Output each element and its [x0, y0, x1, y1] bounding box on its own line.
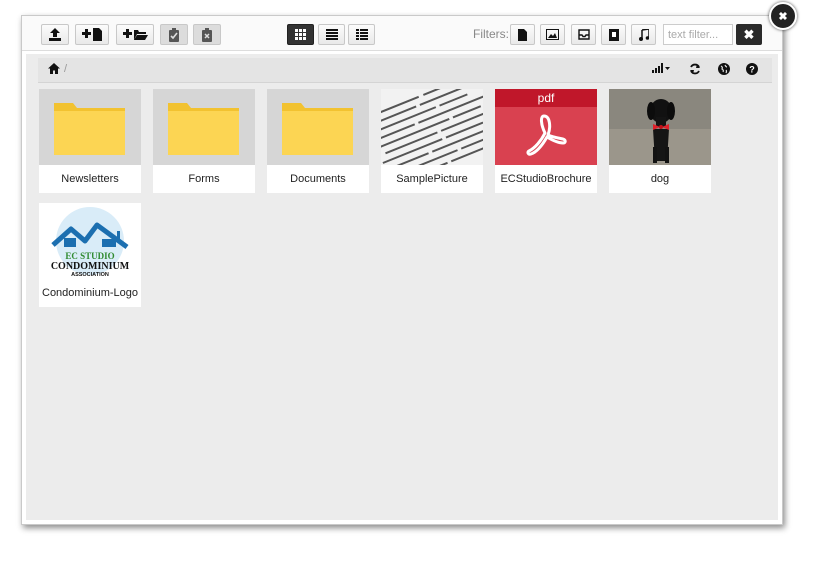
file-manager-dialog: Filters: text filter... ✖ / ? Newsletter… [21, 15, 783, 525]
file-item-dog[interactable]: dog [609, 89, 711, 193]
close-icon: ✖ [743, 26, 755, 42]
file-item-documents[interactable]: Documents [267, 89, 369, 193]
new-folder-icon [123, 29, 148, 40]
image-thumbnail [381, 89, 483, 165]
svg-text:EC STUDIO: EC STUDIO [65, 251, 114, 261]
file-name: ECStudioBrochure [500, 173, 592, 185]
filter-music-button[interactable] [631, 24, 656, 45]
svg-text:CONDOMINIUM: CONDOMINIUM [51, 261, 130, 272]
text-filter-input[interactable] [663, 24, 733, 45]
image-icon [546, 29, 559, 40]
image-thumbnail: EC STUDIO CONDOMINIUM ASSOCIATION [39, 203, 141, 279]
content-area: / ? Newsletters Forms Documents SamplePi… [26, 54, 778, 520]
image-thumbnail [609, 89, 711, 165]
sort-icon [652, 63, 670, 73]
filter-archive-button[interactable] [571, 24, 596, 45]
close-dialog-button[interactable]: ✖ [769, 2, 797, 30]
folder-thumbnail [153, 89, 255, 165]
upload-icon [49, 28, 61, 41]
dog-photo [609, 89, 711, 165]
file-item-condominium-logo[interactable]: EC STUDIO CONDOMINIUM ASSOCIATION Condom… [39, 203, 141, 307]
video-icon [608, 28, 619, 41]
file-item-samplepicture[interactable]: SamplePicture [381, 89, 483, 193]
archive-icon [577, 29, 590, 40]
refresh-icon [690, 63, 700, 75]
file-item-forms[interactable]: Forms [153, 89, 255, 193]
file-item-ecstudiobrochure[interactable]: pdf ECStudioBrochure [495, 89, 597, 193]
close-icon: ✖ [778, 10, 788, 23]
folder-icon [168, 103, 239, 155]
refresh-button[interactable] [689, 63, 701, 75]
new-folder-button[interactable] [116, 24, 154, 45]
filter-file-button[interactable] [510, 24, 535, 45]
file-name: Newsletters [61, 173, 119, 185]
upload-button[interactable] [41, 24, 69, 45]
grid-view-button[interactable] [287, 24, 314, 45]
details-view-icon [355, 29, 368, 40]
file-name: Documents [290, 173, 346, 185]
sort-button[interactable] [652, 63, 670, 73]
clear-clipboard-button[interactable] [193, 24, 221, 45]
filters-label: Filters: [473, 27, 509, 41]
grid-view-icon [295, 29, 306, 40]
folder-thumbnail [39, 89, 141, 165]
folder-icon [54, 103, 125, 155]
condo-logo-image: EC STUDIO CONDOMINIUM ASSOCIATION [51, 207, 130, 278]
pdf-thumbnail: pdf [495, 89, 597, 165]
toolbar: Filters: text filter... ✖ [22, 16, 782, 51]
file-name: Condominium-Logo [42, 287, 138, 299]
new-file-icon [82, 28, 102, 41]
language-button[interactable] [718, 63, 730, 75]
music-icon [638, 28, 649, 41]
paste-icon [169, 27, 179, 42]
file-name: dog [650, 173, 670, 185]
pdf-badge: pdf [495, 89, 597, 107]
file-name: SamplePicture [396, 173, 468, 185]
clear-clipboard-icon [202, 27, 212, 42]
file-item-newsletters[interactable]: Newsletters [39, 89, 141, 193]
file-name: Forms [188, 173, 220, 185]
svg-text:?: ? [749, 65, 755, 75]
breadcrumb: / ? [38, 58, 772, 83]
help-button[interactable]: ? [746, 63, 758, 75]
code-text-image [381, 89, 483, 165]
details-view-button[interactable] [348, 24, 375, 45]
clear-filter-button[interactable]: ✖ [736, 24, 762, 45]
list-view-icon [325, 29, 338, 40]
new-file-button[interactable] [75, 24, 109, 45]
globe-icon [718, 63, 730, 75]
home-icon[interactable] [48, 63, 60, 74]
paste-button[interactable] [160, 24, 188, 45]
svg-text:ASSOCIATION: ASSOCIATION [71, 272, 109, 278]
filter-video-button[interactable] [601, 24, 626, 45]
acrobat-icon [526, 114, 567, 156]
folder-thumbnail [267, 89, 369, 165]
file-icon [518, 28, 527, 41]
help-icon: ? [746, 63, 758, 75]
list-view-button[interactable] [318, 24, 345, 45]
folder-icon [282, 103, 353, 155]
filter-image-button[interactable] [540, 24, 565, 45]
breadcrumb-separator: / [64, 63, 68, 75]
